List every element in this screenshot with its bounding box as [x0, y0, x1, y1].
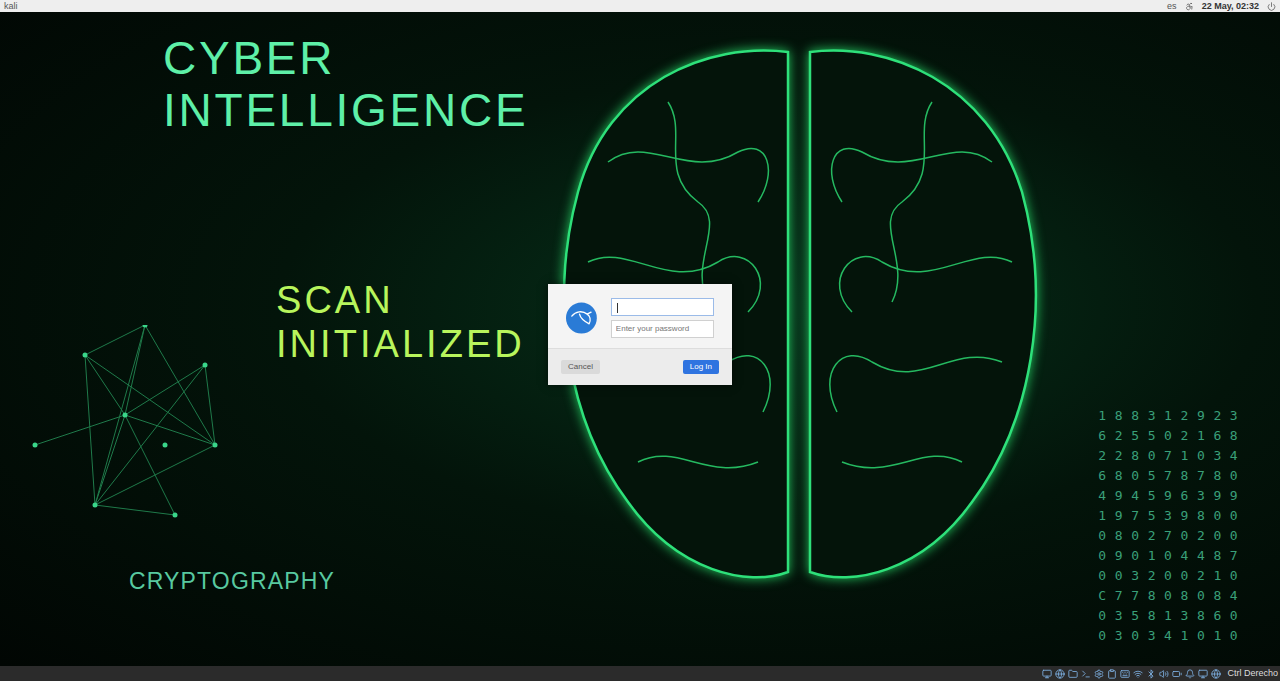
tray-icon[interactable]: [1055, 669, 1065, 679]
key-indicator: Ctrl Derecho: [1227, 669, 1278, 678]
tray-icon[interactable]: [1198, 669, 1208, 679]
username-field[interactable]: [611, 298, 714, 316]
digit-grid: 1883129236255021682280710346805787804945…: [1094, 406, 1242, 646]
password-field[interactable]: [611, 320, 714, 338]
host-label: kali: [4, 2, 18, 11]
tray-icon[interactable]: [1159, 669, 1169, 679]
top-bar: kali es 22 May, 02:32: [0, 0, 1280, 12]
tray-icon[interactable]: [1146, 669, 1156, 679]
tray-icon[interactable]: [1081, 669, 1091, 679]
cancel-button[interactable]: Cancel: [561, 360, 600, 374]
tray-icon[interactable]: [1211, 669, 1221, 679]
power-icon[interactable]: [1267, 2, 1276, 11]
wallpaper-heading: CYBERINTELLIGENCE: [163, 32, 528, 136]
tray-icon[interactable]: [1185, 669, 1195, 679]
wallpaper-heading: CRYPTOGRAPHY: [129, 567, 335, 595]
tray-icon[interactable]: [1042, 669, 1052, 679]
network-graph-icon: [25, 325, 225, 525]
text-caret: [617, 303, 618, 313]
wallpaper-heading: SCANINITIALIZED: [276, 278, 525, 366]
login-dialog: Cancel Log In: [548, 284, 732, 385]
datetime: 22 May, 02:32: [1202, 2, 1259, 11]
lock-screen: kali es 22 May, 02:32 CYBERINTELLIGENCE SCAN…: [0, 0, 1280, 681]
tray-icon[interactable]: [1120, 669, 1130, 679]
accessibility-icon[interactable]: [1185, 2, 1194, 11]
keyboard-layout[interactable]: es: [1167, 2, 1177, 11]
kali-logo-icon: [566, 302, 597, 334]
tray-icon[interactable]: [1172, 669, 1182, 679]
tray-icon[interactable]: [1133, 669, 1143, 679]
tray-icon[interactable]: [1107, 669, 1117, 679]
tray-icon[interactable]: [1094, 669, 1104, 679]
bottom-bar: Ctrl Derecho: [0, 666, 1280, 681]
login-button[interactable]: Log In: [683, 360, 719, 374]
tray-icon[interactable]: [1068, 669, 1078, 679]
wallpaper: CYBERINTELLIGENCE SCANINITIALIZED CRYPTOGR…: [0, 12, 1280, 666]
